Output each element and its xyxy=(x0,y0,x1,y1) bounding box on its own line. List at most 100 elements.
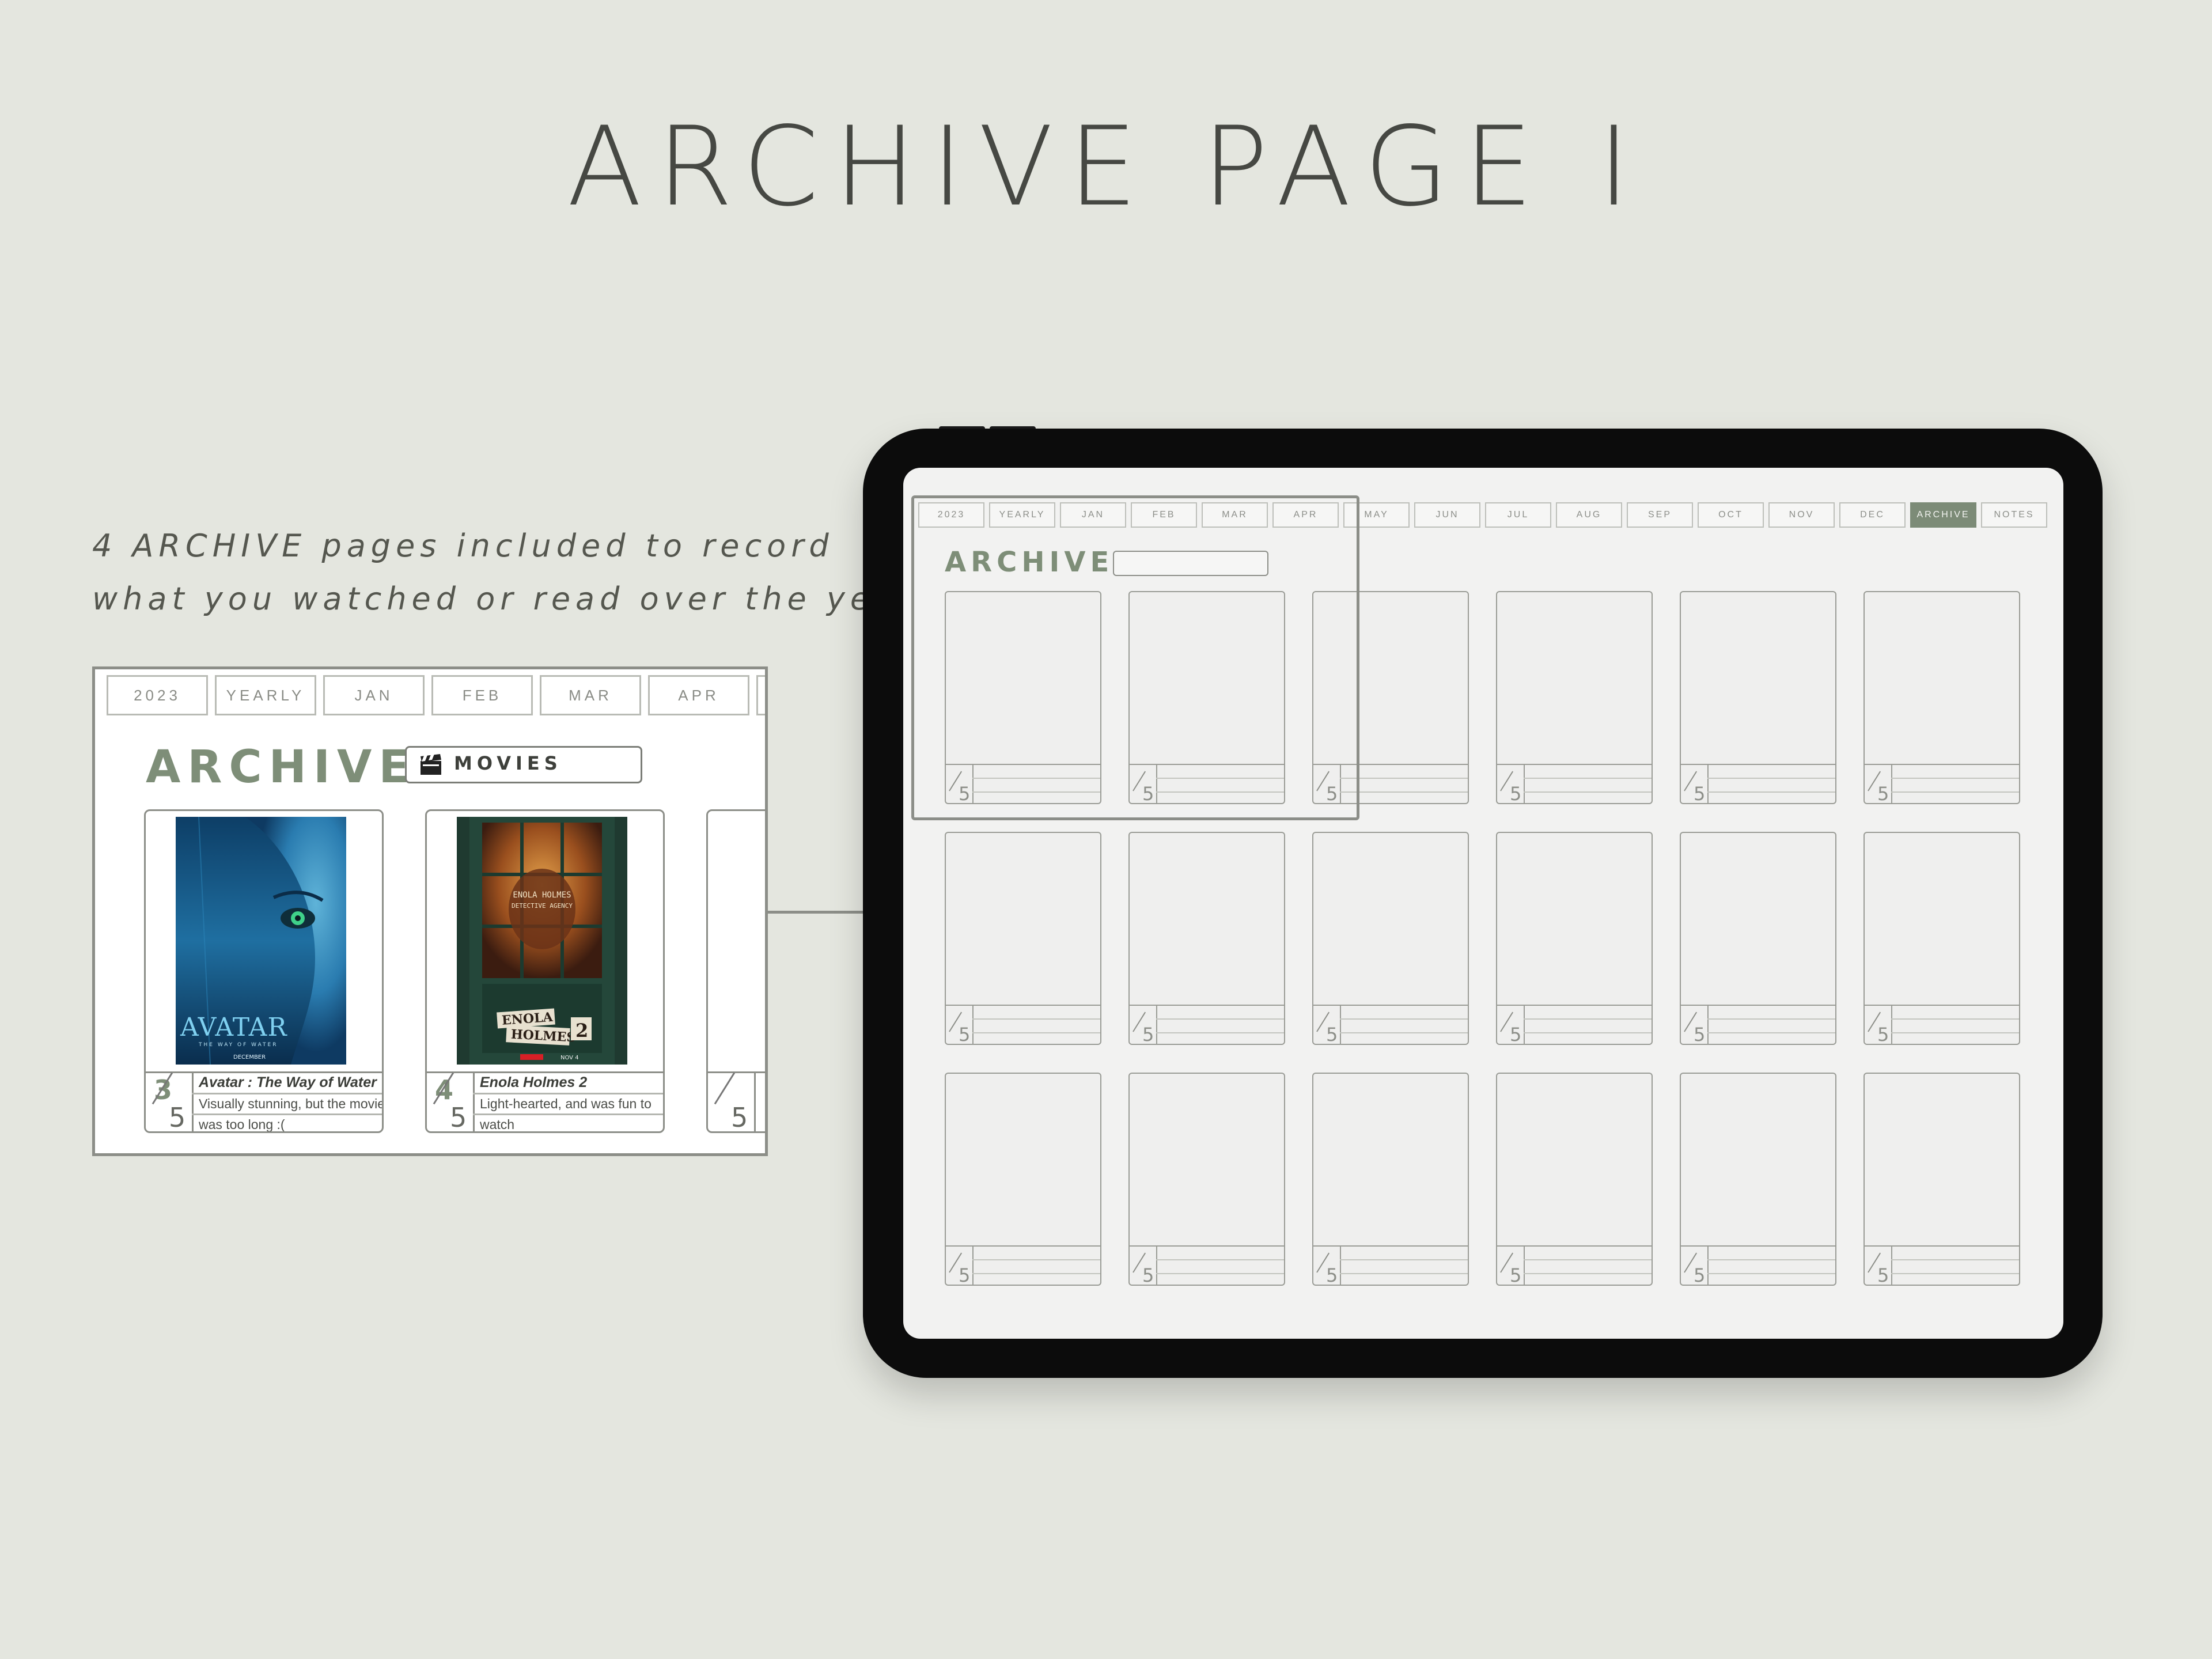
divider xyxy=(192,1113,382,1115)
rating-box[interactable]: 5 xyxy=(1681,1006,1709,1044)
tab-nov[interactable]: NOV xyxy=(1768,502,1835,528)
title-line[interactable] xyxy=(1707,778,1835,779)
note-line[interactable] xyxy=(1707,1273,1835,1274)
note-line[interactable] xyxy=(1891,1032,2019,1033)
rating-box[interactable]: 5 xyxy=(1497,1247,1525,1285)
movie-note-line2[interactable]: was too long :( xyxy=(199,1117,285,1131)
zoom-tab-apr[interactable]: APR xyxy=(648,675,749,715)
rating-box[interactable]: 5 xyxy=(1130,1006,1157,1045)
rating-box[interactable]: 5 xyxy=(1497,765,1525,803)
rating-box[interactable]: 5 xyxy=(1130,1247,1157,1286)
tab-sep[interactable]: SEP xyxy=(1627,502,1693,528)
title-line[interactable] xyxy=(972,1018,1100,1020)
title-line[interactable] xyxy=(1891,1259,2019,1260)
movie-note-line1[interactable]: Light-hearted, and was fun to xyxy=(480,1096,652,1112)
archive-card[interactable]: 5 xyxy=(1863,1073,2020,1286)
tab-oct[interactable]: OCT xyxy=(1698,502,1764,528)
title-line[interactable] xyxy=(1156,1259,1284,1260)
archive-card[interactable]: 5 xyxy=(1496,832,1653,1045)
title-line[interactable] xyxy=(1524,778,1652,779)
movie-title[interactable]: Enola Holmes 2 xyxy=(480,1074,587,1091)
rating-box[interactable]: 5 xyxy=(1313,1247,1341,1285)
card-footer: 5 xyxy=(1865,764,2019,803)
title-line[interactable] xyxy=(1707,1018,1835,1020)
rating-max: 5 xyxy=(1142,1024,1154,1045)
zoom-tab-partial[interactable] xyxy=(756,675,765,715)
archive-card[interactable]: 5 xyxy=(945,832,1101,1045)
poster-enola-date: NOV 4 xyxy=(560,1055,579,1061)
title-line[interactable] xyxy=(1340,1018,1468,1020)
zoom-preview: 2023 YEARLY JAN FEB MAR APR ARCHIVE MOVI… xyxy=(92,666,768,1156)
note-line[interactable] xyxy=(1156,1032,1284,1033)
note-line[interactable] xyxy=(972,1273,1100,1274)
rating-box[interactable]: 5 xyxy=(1313,1006,1341,1045)
tab-jun[interactable]: JUN xyxy=(1414,502,1480,528)
title-line[interactable] xyxy=(1707,1259,1835,1260)
tab-archive[interactable]: ARCHIVE xyxy=(1910,502,1976,528)
archive-card[interactable]: 5 xyxy=(945,1073,1101,1286)
rating-enola[interactable]: 4 5 xyxy=(427,1072,475,1131)
zoom-tab-yearly[interactable]: YEARLY xyxy=(215,675,316,715)
title-line[interactable] xyxy=(1340,1259,1468,1260)
note-line[interactable] xyxy=(1524,1273,1652,1274)
rating-box[interactable]: 5 xyxy=(1497,1006,1525,1044)
card-info-empty: 5 xyxy=(708,1071,765,1131)
rating-box[interactable]: 5 xyxy=(1681,1247,1709,1285)
archive-card[interactable]: 5 xyxy=(1128,1073,1285,1286)
title-line[interactable] xyxy=(1156,1018,1284,1020)
clapperboard-icon xyxy=(421,754,441,775)
archive-card[interactable]: 5 xyxy=(1680,832,1836,1045)
zoom-tab-2023[interactable]: 2023 xyxy=(107,675,208,715)
note-line[interactable] xyxy=(1524,791,1652,793)
archive-card[interactable]: 5 xyxy=(1496,591,1653,804)
tab-notes[interactable]: NOTES xyxy=(1981,502,2047,528)
movie-card-empty[interactable]: 5 xyxy=(706,809,765,1133)
movie-note-line2[interactable]: watch xyxy=(480,1117,514,1131)
rating-max: 5 xyxy=(1326,1024,1338,1045)
rating-box[interactable]: 5 xyxy=(946,1247,974,1285)
movie-card-enola-holmes[interactable]: ENOLA HOLMES DETECTIVE AGENCY ENOLA HOLM… xyxy=(425,809,665,1133)
zoom-tab-feb[interactable]: FEB xyxy=(431,675,533,715)
note-line[interactable] xyxy=(1524,1032,1652,1033)
archive-card[interactable]: 5 xyxy=(1680,1073,1836,1286)
poster-enola-holmes: ENOLA HOLMES DETECTIVE AGENCY ENOLA HOLM… xyxy=(457,817,627,1065)
rating-box[interactable]: 5 xyxy=(946,1006,974,1044)
rating-empty[interactable]: 5 xyxy=(708,1072,756,1131)
title-line[interactable] xyxy=(972,1259,1100,1260)
rating-box[interactable]: 5 xyxy=(1865,765,1892,803)
archive-card[interactable]: 5 xyxy=(1312,1073,1469,1286)
tab-dec[interactable]: DEC xyxy=(1839,502,1906,528)
rating-box[interactable]: 5 xyxy=(1681,765,1709,803)
archive-card[interactable]: 5 xyxy=(1312,832,1469,1045)
note-line[interactable] xyxy=(1891,1273,2019,1274)
archive-card[interactable]: 5 xyxy=(1863,591,2020,804)
note-line[interactable] xyxy=(1707,1032,1835,1033)
rating-box[interactable]: 5 xyxy=(1865,1247,1892,1285)
rating-box[interactable]: 5 xyxy=(1865,1006,1892,1044)
category-field[interactable]: MOVIES xyxy=(405,746,642,783)
note-line[interactable] xyxy=(972,1032,1100,1033)
rating-max: 5 xyxy=(1142,1264,1154,1286)
archive-card[interactable]: 5 xyxy=(1680,591,1836,804)
title-line[interactable] xyxy=(1891,778,2019,779)
card-footer: 5 xyxy=(1865,1245,2019,1285)
tab-jul[interactable]: JUL xyxy=(1485,502,1551,528)
note-line[interactable] xyxy=(1707,791,1835,793)
note-line[interactable] xyxy=(1891,791,2019,793)
note-line[interactable] xyxy=(1156,1273,1284,1274)
note-line[interactable] xyxy=(1340,1032,1468,1033)
movie-title[interactable]: Avatar : The Way of Water xyxy=(199,1074,377,1091)
movie-card-avatar[interactable]: AVATAR THE WAY OF WATER DECEMBER 3 5 Ava… xyxy=(144,809,384,1133)
rating-avatar[interactable]: 3 5 xyxy=(146,1072,194,1131)
zoom-tab-jan[interactable]: JAN xyxy=(323,675,425,715)
zoom-tab-mar[interactable]: MAR xyxy=(540,675,641,715)
title-line[interactable] xyxy=(1891,1018,2019,1020)
tab-aug[interactable]: AUG xyxy=(1556,502,1622,528)
archive-card[interactable]: 5 xyxy=(1863,832,2020,1045)
title-line[interactable] xyxy=(1524,1018,1652,1020)
note-line[interactable] xyxy=(1340,1273,1468,1274)
title-line[interactable] xyxy=(1524,1259,1652,1260)
movie-note-line1[interactable]: Visually stunning, but the movie xyxy=(199,1096,382,1112)
archive-card[interactable]: 5 xyxy=(1496,1073,1653,1286)
archive-card[interactable]: 5 xyxy=(1128,832,1285,1045)
